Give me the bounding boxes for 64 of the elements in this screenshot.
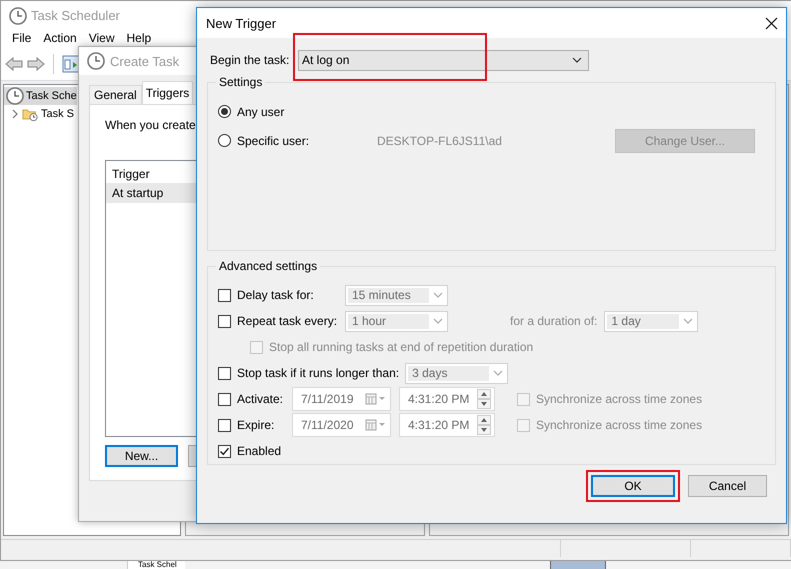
ok-button[interactable]: OK xyxy=(591,475,675,497)
cancel-button[interactable]: Cancel xyxy=(688,475,767,497)
dialog-title: New Trigger xyxy=(206,16,276,30)
clock-icon xyxy=(87,52,105,70)
new-button[interactable]: New... xyxy=(105,445,178,467)
group-title: Settings xyxy=(218,75,264,89)
clock-icon xyxy=(6,87,24,105)
forward-arrow-icon[interactable] xyxy=(27,56,45,72)
checkbox[interactable] xyxy=(218,314,231,328)
scroll-thumb[interactable] xyxy=(550,561,606,569)
time-field[interactable]: 4:31:20 PM xyxy=(399,413,495,437)
date-field[interactable]: 7/11/2019 xyxy=(292,387,391,411)
menu-item[interactable]: Help xyxy=(120,31,158,45)
list-row[interactable]: At startup xyxy=(106,183,196,203)
checkbox[interactable] xyxy=(218,444,231,458)
option-label[interactable]: Expire: xyxy=(237,418,286,432)
column-header[interactable]: Trigger xyxy=(106,163,196,183)
option-label[interactable]: Delay task for: xyxy=(237,288,339,302)
duration-label: for a duration of: xyxy=(510,314,598,328)
option-label[interactable]: Specific user: xyxy=(237,134,371,148)
dropdown[interactable]: 15 minutes xyxy=(345,284,448,306)
spinner-icon[interactable] xyxy=(477,389,491,409)
checkbox[interactable] xyxy=(218,366,231,380)
spinner-icon[interactable] xyxy=(477,415,491,435)
tree-item[interactable]: Task S xyxy=(4,105,77,123)
window-title: Task Scheduler xyxy=(31,8,120,23)
folder-clock-icon xyxy=(22,106,38,122)
caret-icon xyxy=(433,292,443,298)
dropdown[interactable]: 3 days xyxy=(405,362,508,384)
chevron-icon[interactable] xyxy=(11,109,19,119)
time-field[interactable]: 4:31:20 PM xyxy=(399,387,495,411)
window-title: Create Task xyxy=(110,54,180,68)
menu-item[interactable]: File xyxy=(6,31,38,45)
option-label[interactable]: Repeat task every: xyxy=(237,314,339,328)
option-label[interactable]: Any user xyxy=(237,104,284,118)
checkbox[interactable] xyxy=(218,418,231,432)
dropdown[interactable]: 1 hour xyxy=(345,310,448,332)
back-arrow-icon[interactable] xyxy=(5,56,23,72)
caret-icon xyxy=(493,370,504,376)
radio-button[interactable] xyxy=(218,134,231,147)
user-name: DESKTOP-FL6JS11\ad xyxy=(377,134,502,148)
checkbox[interactable] xyxy=(218,392,231,406)
option-label[interactable]: Stop task if it runs longer than: xyxy=(237,366,400,380)
tab[interactable]: General xyxy=(89,85,142,104)
menu-item[interactable]: Action xyxy=(37,31,83,45)
checkbox[interactable] xyxy=(218,288,231,302)
option-label[interactable]: Activate: xyxy=(237,392,286,406)
field-label: Begin the task: xyxy=(209,53,290,67)
date-field[interactable]: 7/11/2020 xyxy=(292,413,391,437)
group-title: Advanced settings xyxy=(218,259,318,273)
tab[interactable]: Triggers xyxy=(142,81,194,104)
clock-icon xyxy=(9,6,27,24)
radio-button[interactable] xyxy=(218,105,231,118)
taskbar-item[interactable]: Task Schel xyxy=(127,561,185,569)
dropdown[interactable]: At log on xyxy=(298,50,589,70)
close-icon xyxy=(764,16,778,30)
dropdown[interactable]: 1 day xyxy=(604,310,698,332)
menu-item[interactable]: View xyxy=(82,31,120,45)
caret-icon xyxy=(433,318,443,324)
tree-item[interactable]: Task Sche xyxy=(4,87,77,105)
caret-icon xyxy=(683,318,694,324)
intro-text: When you create xyxy=(105,118,196,132)
option-label[interactable]: Enabled xyxy=(237,444,282,458)
caret-icon xyxy=(572,57,582,63)
